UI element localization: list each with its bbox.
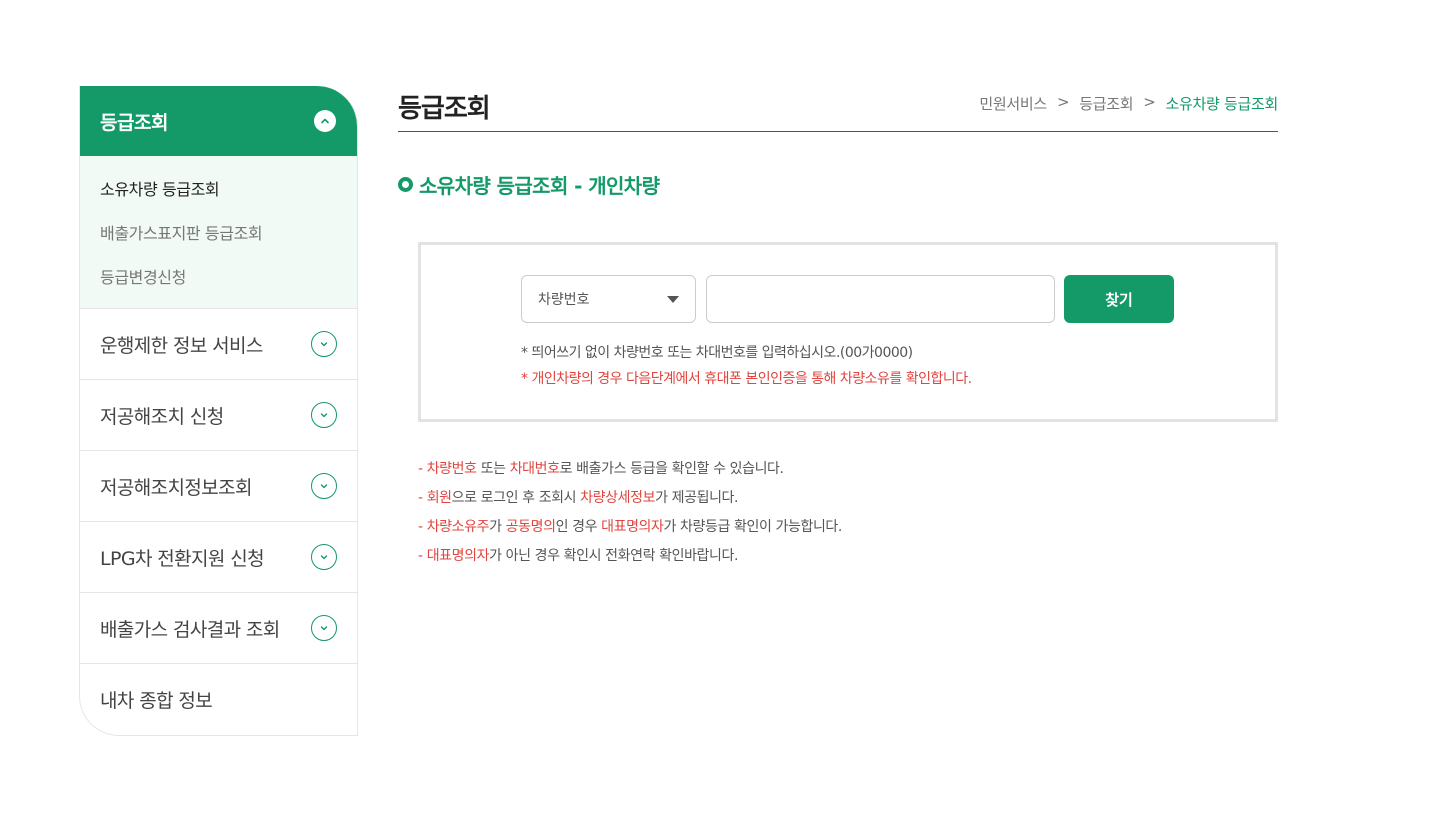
page-header: 등급조회 민원서비스 > 등급조회 > 소유차량 등급조회: [398, 86, 1278, 132]
note-text: 로 배출가스 등급을 확인할 수 있습니다.: [559, 461, 784, 477]
note-text: -: [418, 461, 427, 477]
sidebar-subitem-owned-vehicle-grade[interactable]: 소유차량 등급조회: [100, 168, 337, 212]
sidebar-header[interactable]: 등급조회: [80, 86, 357, 156]
note-highlight: 차대번호: [509, 461, 560, 477]
breadcrumb: 민원서비스 > 등급조회 > 소유차량 등급조회: [979, 93, 1278, 114]
sidebar-item-low-emission-request[interactable]: 저공해조치 신청: [80, 380, 357, 451]
note-text: -: [418, 519, 427, 535]
note-highlight: 차량소유주: [426, 519, 490, 535]
sidebar-header-title: 등급조회: [100, 111, 168, 134]
chevron-up-icon: [321, 118, 329, 124]
note-text: 가 아닌 경우 확인시 전화연락 확인바랍니다.: [489, 548, 739, 564]
list-item: - 대표명의자가 아닌 경우 확인시 전화연락 확인바랍니다.: [418, 542, 842, 571]
search-button[interactable]: 찾기: [1064, 275, 1174, 323]
breadcrumb-separator: >: [1143, 93, 1156, 111]
expand-button[interactable]: [311, 473, 337, 499]
note-highlight: 차량상세정보: [580, 490, 656, 506]
note-highlight: 대표명의자: [601, 519, 664, 535]
sidebar-item-label: 저공해조치 신청: [100, 405, 224, 428]
chevron-down-icon: [320, 626, 328, 631]
vehicle-number-input[interactable]: [706, 275, 1055, 323]
expand-button[interactable]: [311, 615, 337, 641]
breadcrumb-separator: >: [1056, 93, 1070, 111]
chevron-down-icon: [320, 413, 328, 418]
sidebar-item-lpg-conversion[interactable]: LPG차 전환지원 신청: [80, 522, 357, 593]
breadcrumb-item-grade[interactable]: 등급조회: [1079, 93, 1133, 114]
sidebar-subitem-grade-change-request[interactable]: 등급변경신청: [100, 256, 337, 300]
sidebar-item-label: 운행제한 정보 서비스: [100, 334, 263, 357]
chevron-down-icon: [320, 484, 328, 489]
note-highlight: 차량번호: [426, 461, 477, 477]
page-title: 등급조회: [398, 94, 491, 124]
note-text: -: [418, 548, 427, 564]
search-type-value: 차량번호: [538, 292, 590, 308]
info-notes: - 차량번호 또는 차대번호로 배출가스 등급을 확인할 수 있습니다. - 회…: [418, 455, 842, 571]
sidebar-subitem-emission-sign-grade[interactable]: 배출가스표지판 등급조회: [100, 212, 337, 256]
sidebar-item-my-car-info[interactable]: 내차 종합 정보: [80, 664, 357, 735]
section-title: 소유차량 등급조회 - 개인차량: [398, 170, 660, 199]
search-warning: * 개인차량의 경우 다음단계에서 휴대폰 본인인증을 통해 차량소유를 확인합…: [521, 371, 972, 387]
note-text: 또는: [476, 461, 510, 477]
breadcrumb-item-current: 소유차량 등급조회: [1165, 95, 1279, 113]
note-highlight: 대표명의자: [426, 548, 490, 564]
expand-button[interactable]: [311, 331, 337, 357]
note-text: -: [418, 490, 427, 506]
sidebar-submenu: 소유차량 등급조회 배출가스표지판 등급조회 등급변경신청: [80, 156, 357, 309]
ring-bullet-icon: [398, 177, 413, 192]
sidebar-item-label: 내차 종합 정보: [100, 690, 213, 712]
breadcrumb-item-home[interactable]: 민원서비스: [979, 93, 1047, 114]
sidebar-item-label: 저공해조치정보조회: [100, 476, 253, 499]
collapse-button[interactable]: [314, 110, 336, 132]
note-highlight: 회원: [426, 490, 452, 506]
search-panel: 차량번호 찾기 * 띄어쓰기 없이 차량번호 또는 차대번호를 입력하십시오.(…: [418, 242, 1278, 422]
sidebar: 등급조회 소유차량 등급조회 배출가스표지판 등급조회 등급변경신청 운행제한 …: [79, 86, 358, 736]
section-title-text: 소유차량 등급조회 - 개인차량: [419, 174, 660, 198]
sidebar-item-label: 배출가스 검사결과 조회: [100, 618, 280, 641]
note-text: 인 경우: [555, 519, 602, 535]
note-text: 가: [489, 519, 506, 535]
search-hint: * 띄어쓰기 없이 차량번호 또는 차대번호를 입력하십시오.(00가0000): [521, 345, 913, 361]
list-item: - 차량번호 또는 차대번호로 배출가스 등급을 확인할 수 있습니다.: [418, 455, 842, 484]
list-item: - 차량소유주가 공동명의인 경우 대표명의자가 차량등급 확인이 가능합니다.: [418, 513, 842, 542]
note-text: 으로 로그인 후 조회시: [451, 490, 581, 506]
note-text: 가 차량등급 확인이 가능합니다.: [663, 519, 843, 535]
chevron-down-icon: [320, 555, 328, 560]
list-item: - 회원으로 로그인 후 조회시 차량상세정보가 제공됩니다.: [418, 484, 842, 513]
note-text: 가 제공됩니다.: [655, 490, 739, 506]
search-type-select[interactable]: 차량번호: [521, 275, 696, 323]
expand-button[interactable]: [311, 402, 337, 428]
chevron-down-icon: [320, 342, 328, 347]
expand-button[interactable]: [311, 544, 337, 570]
sidebar-item-emission-test-result[interactable]: 배출가스 검사결과 조회: [80, 593, 357, 664]
note-highlight: 공동명의: [505, 519, 556, 535]
sidebar-item-low-emission-info[interactable]: 저공해조치정보조회: [80, 451, 357, 522]
sidebar-item-label: LPG차 전환지원 신청: [100, 547, 265, 570]
sidebar-item-traffic-restriction[interactable]: 운행제한 정보 서비스: [80, 309, 357, 380]
caret-down-icon: [667, 295, 679, 303]
